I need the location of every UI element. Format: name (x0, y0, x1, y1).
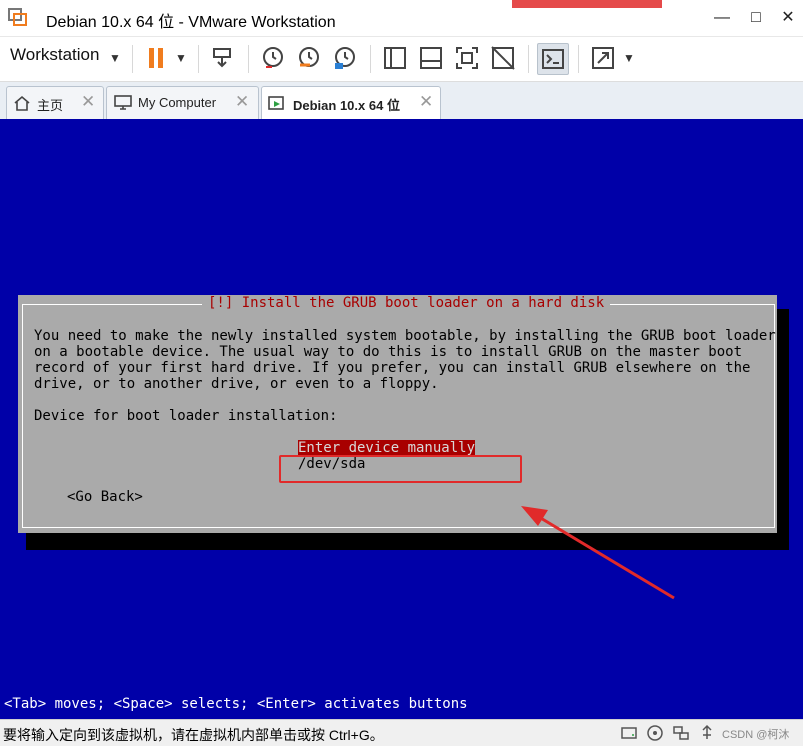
dialog-title: [!] Install the GRUB boot loader on a ha… (202, 295, 611, 311)
toolbar-separator (132, 45, 133, 73)
tab-my-computer-label: My Computer (138, 95, 217, 110)
hard-disk-icon[interactable] (620, 724, 638, 742)
description-line-3: record of your first hard drive. If you … (34, 360, 751, 376)
main-toolbar: Workstation ▼ ▼ ▼ (0, 37, 803, 82)
status-bar: 要将输入定向到该虚拟机，请在虚拟机内部单击或按 Ctrl+G。 CSDN @柯沐 (0, 719, 803, 746)
send-ctrl-alt-del-icon[interactable] (208, 43, 238, 73)
status-message: 要将输入定向到该虚拟机，请在虚拟机内部单击或按 Ctrl+G。 (3, 727, 384, 743)
vmware-logo-icon (8, 8, 27, 26)
tab-my-computer[interactable]: My Computer ✕ (106, 86, 259, 119)
key-hint-text: <Tab> moves; <Space> selects; <Enter> ac… (4, 696, 468, 712)
snapshot-manager-icon[interactable] (330, 43, 360, 73)
usb-device-icon[interactable] (698, 724, 716, 742)
device-prompt: Device for boot loader installation: (34, 408, 338, 424)
window-title: Debian 10.x 64 位 - VMware Workstation (46, 14, 336, 31)
full-screen-icon[interactable] (452, 43, 482, 73)
revert-snapshot-icon[interactable] (294, 43, 324, 73)
tab-debian-close-button[interactable]: ✕ (419, 92, 433, 112)
grub-install-dialog: [!] Install the GRUB boot loader on a ha… (18, 295, 777, 533)
console-view-icon[interactable] (537, 43, 569, 75)
stretch-guest-icon[interactable] (588, 43, 618, 73)
vm-running-icon (268, 96, 284, 110)
tab-debian-label: Debian 10.x 64 位 (293, 98, 400, 113)
pause-icon[interactable] (142, 43, 172, 73)
show-library-icon[interactable] (380, 43, 410, 73)
description-line-1: You need to make the newly installed sys… (34, 328, 776, 344)
vm-console-screen[interactable]: [!] Install the GRUB boot loader on a ha… (0, 119, 803, 719)
option-enter-device-manually[interactable]: Enter device manually (298, 440, 476, 456)
maximize-button[interactable]: □ (742, 6, 770, 30)
toolbar-separator (528, 45, 529, 73)
tab-debian[interactable]: Debian 10.x 64 位 ✕ (261, 86, 441, 121)
view-dropdown-icon[interactable]: ▼ (623, 51, 635, 65)
toolbar-separator (248, 45, 249, 73)
power-dropdown-icon[interactable]: ▼ (175, 51, 187, 65)
snapshot-icon[interactable] (258, 43, 288, 73)
csdn-watermark: CSDN @柯沐 (722, 729, 790, 741)
go-back-button[interactable]: <Go Back> (67, 489, 143, 505)
window-titlebar: Debian 10.x 64 位 - VMware Workstation — … (0, 0, 803, 37)
unity-mode-icon[interactable] (488, 43, 518, 73)
tab-my-computer-close-button[interactable]: ✕ (235, 92, 249, 112)
description-line-2: on a bootable device. The usual way to d… (34, 344, 743, 360)
close-button[interactable]: ✕ (774, 6, 802, 30)
workstation-menu-button[interactable]: Workstation (10, 45, 99, 65)
network-adapter-icon[interactable] (672, 724, 690, 742)
toolbar-separator (578, 45, 579, 73)
cd-rom-icon[interactable] (646, 724, 664, 742)
toolbar-separator (198, 45, 199, 73)
home-icon (14, 95, 30, 111)
annotation-highlight-box (279, 455, 522, 483)
toolbar-separator (370, 45, 371, 73)
tab-home-label: 主页 (37, 98, 64, 113)
description-line-4: drive, or to another drive, or even to a… (34, 376, 439, 392)
minimize-button[interactable]: — (708, 6, 736, 30)
background-window-strip (512, 0, 662, 8)
thumbnail-bar-icon[interactable] (416, 43, 446, 73)
tab-home-close-button[interactable]: ✕ (81, 92, 95, 112)
chevron-down-icon[interactable]: ▼ (109, 51, 121, 65)
tab-bar: 主页 ✕ My Computer ✕ Debian 10.x 64 位 ✕ (0, 82, 803, 121)
tab-home[interactable]: 主页 ✕ (6, 86, 104, 119)
monitor-icon (114, 95, 132, 110)
